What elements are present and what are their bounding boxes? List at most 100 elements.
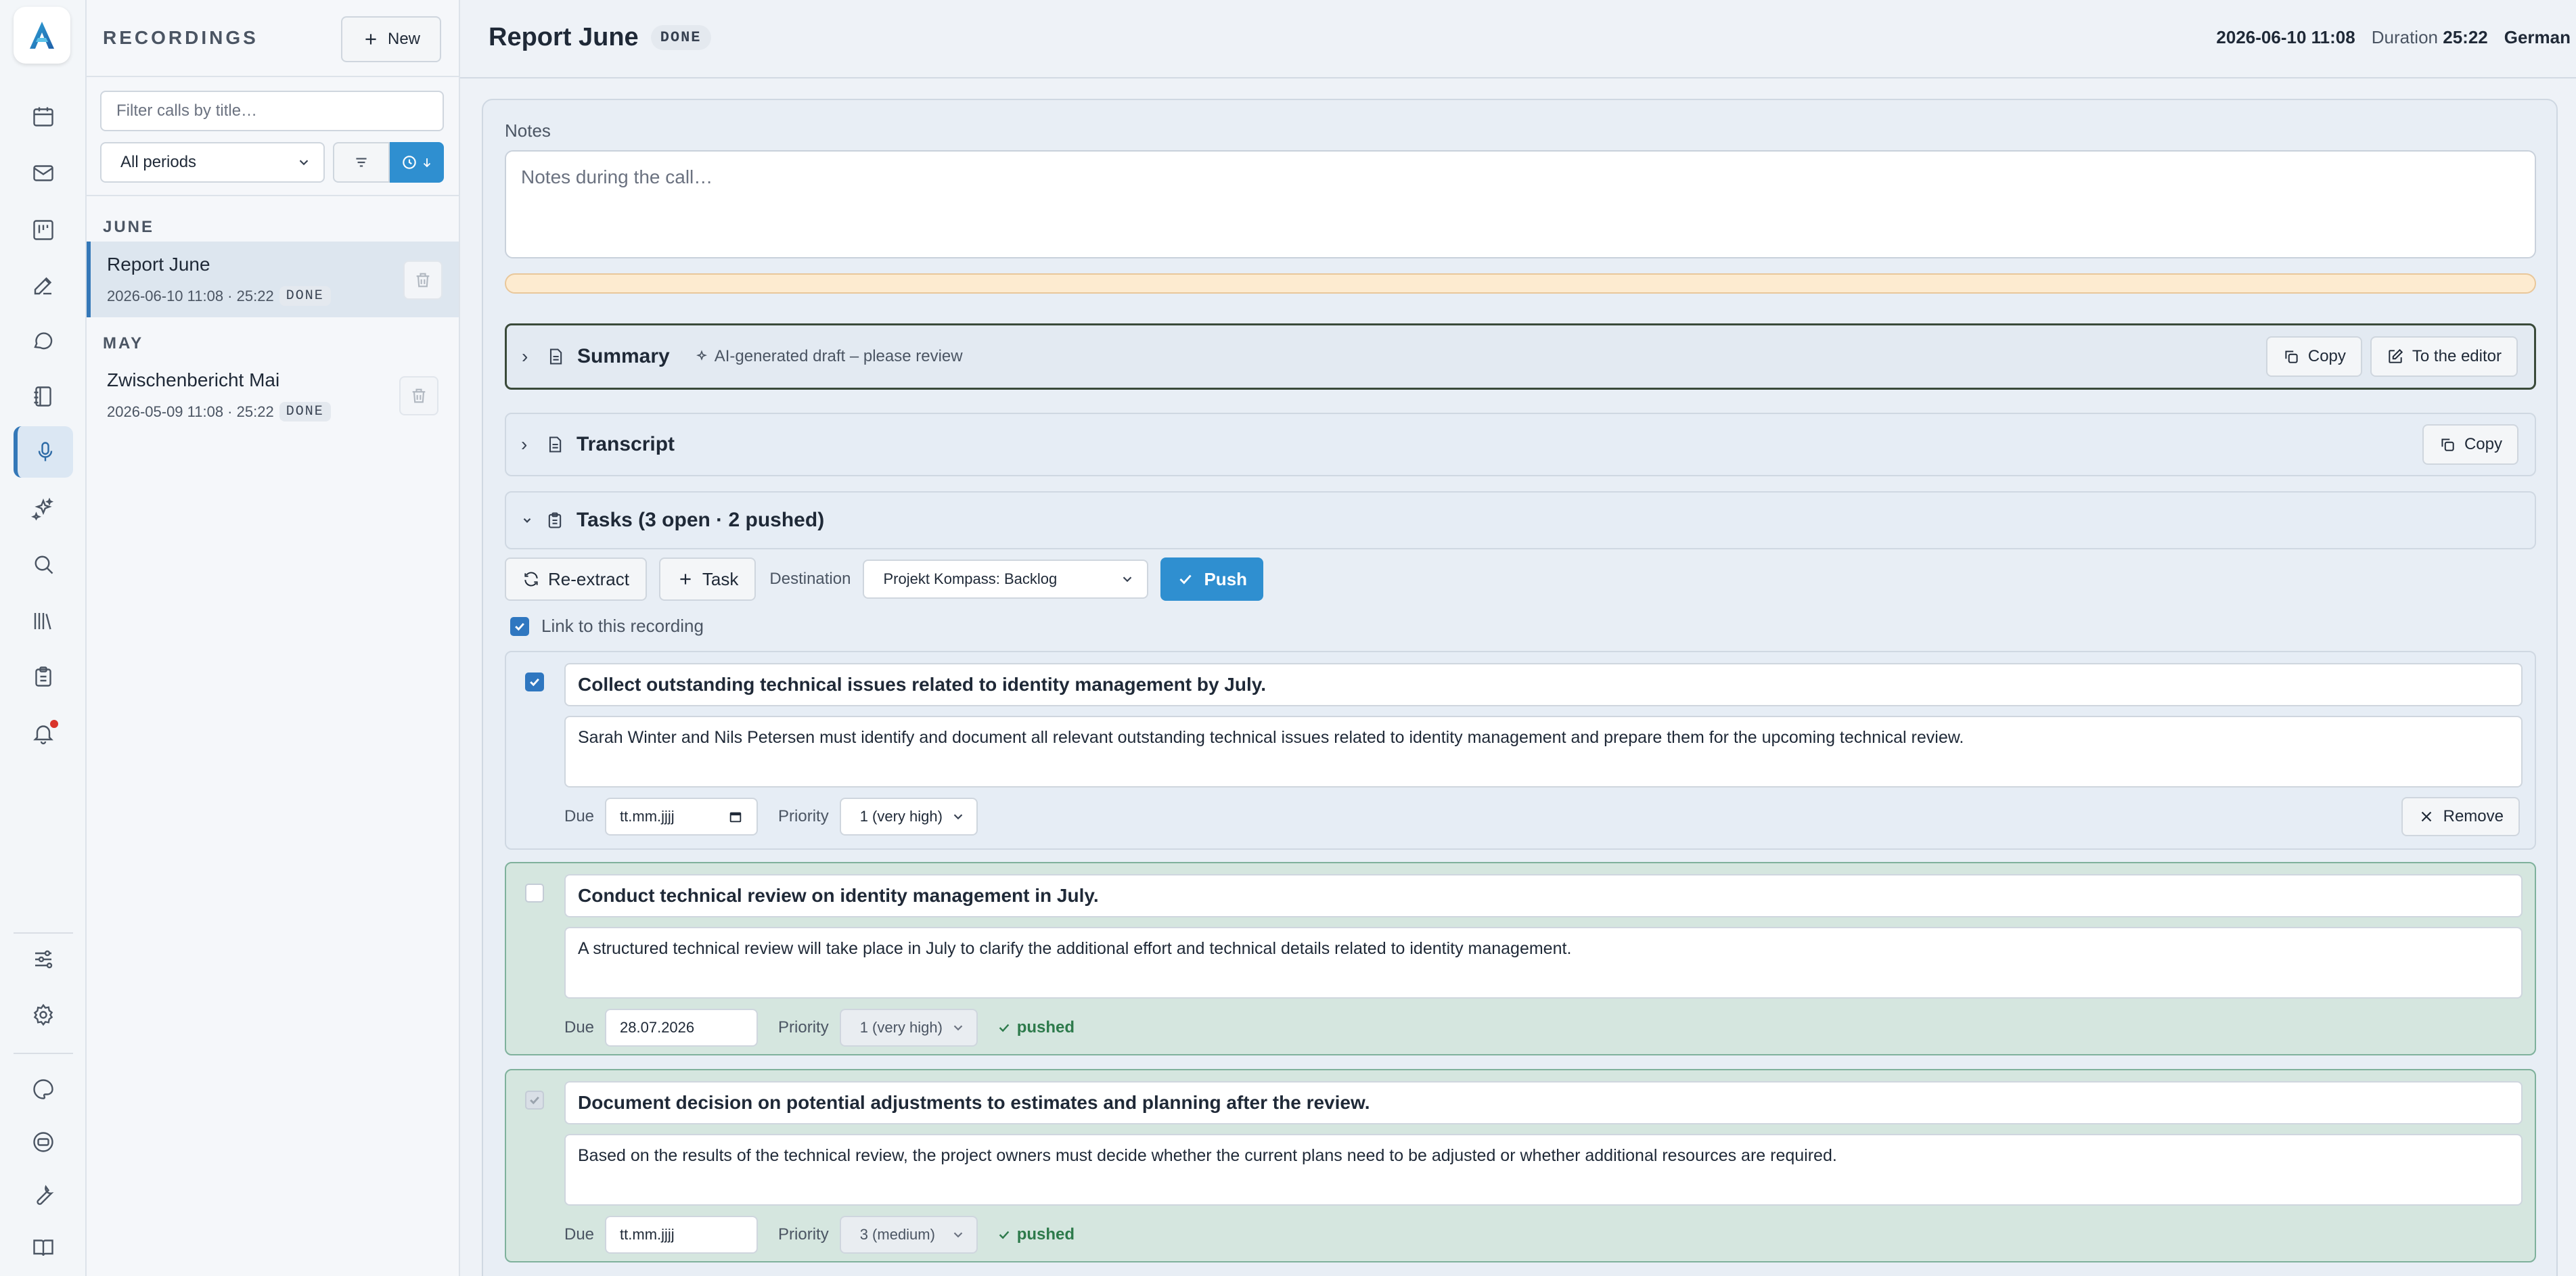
icon-rail <box>0 0 87 1276</box>
new-recording-button[interactable]: New <box>341 16 441 62</box>
task-title-input[interactable]: Document decision on potential adjustmen… <box>564 1081 2523 1124</box>
task-title-input[interactable]: Conduct technical review on identity man… <box>564 874 2523 917</box>
recording-title: Zwischenbericht Mai <box>107 369 280 390</box>
summary-header[interactable]: › Summary AI-generated draft – please re… <box>522 325 963 388</box>
due-date-input[interactable]: tt.mm.jjjj <box>605 798 759 836</box>
transcript-section[interactable]: › Transcript Copy <box>505 413 2536 476</box>
recording-item[interactable]: Zwischenbericht Mai 2026-05-09 11:08 · 2… <box>87 357 459 433</box>
due-label: Due <box>564 1018 595 1036</box>
book-icon[interactable] <box>14 1222 73 1273</box>
destination-value: Projekt Kompass: Backlog <box>883 570 1058 587</box>
search-icon[interactable] <box>14 539 73 590</box>
task-select-checkbox[interactable] <box>525 673 544 691</box>
link-recording-row[interactable]: Link to this recording <box>510 616 704 637</box>
task-description-textarea[interactable]: A structured technical review will take … <box>564 927 2523 999</box>
push-button[interactable]: Push <box>1160 557 1264 601</box>
to-editor-button[interactable]: To the editor <box>2370 336 2518 377</box>
clipboard-icon <box>548 512 562 528</box>
task-select-checkbox[interactable] <box>525 884 544 903</box>
chevron-down-icon <box>953 1232 962 1238</box>
chat-icon[interactable] <box>14 315 73 367</box>
mail-icon[interactable] <box>14 147 73 199</box>
tasks-section[interactable]: Tasks (3 open · 2 pushed) <box>505 491 2536 549</box>
add-task-button[interactable]: Task <box>658 557 756 601</box>
check-icon <box>515 622 524 631</box>
tasks-title: Tasks (3 open · 2 pushed) <box>577 509 825 531</box>
transcript-actions: Copy <box>2422 414 2518 475</box>
priority-select[interactable]: 3 (medium) <box>839 1216 978 1254</box>
push-label: Push <box>1204 568 1248 589</box>
priority-select[interactable]: 1 (very high) <box>839 1009 978 1047</box>
recording-datetime: 2026-06-10 11:08 <box>2216 27 2355 47</box>
app-logo[interactable] <box>14 7 70 64</box>
pushed-label: pushed <box>1016 1225 1075 1244</box>
priority-value: 1 (very high) <box>859 808 943 825</box>
copy-summary-button[interactable]: Copy <box>2265 336 2362 377</box>
calendar-icon[interactable] <box>14 91 73 142</box>
recording-meta: 2026-05-09 11:08 · 25:22 DONE <box>107 402 331 421</box>
board-icon[interactable] <box>14 204 73 256</box>
re-extract-button[interactable]: Re-extract <box>505 557 647 601</box>
library-icon[interactable] <box>14 595 73 647</box>
task-card: Conduct technical review on identity man… <box>505 862 2536 1055</box>
sliders-icon[interactable] <box>14 934 73 985</box>
bell-icon[interactable] <box>14 708 73 759</box>
group-label-june: JUNE <box>103 218 155 236</box>
remove-task-button[interactable]: Remove <box>2401 797 2520 836</box>
chevron-right-icon: › <box>521 434 528 455</box>
link-recording-checkbox[interactable] <box>510 616 529 636</box>
clipboard-icon[interactable] <box>14 651 73 702</box>
palette-icon[interactable] <box>14 1064 73 1115</box>
task-description-textarea[interactable]: Sarah Winter and Nils Petersen must iden… <box>564 716 2523 788</box>
due-date-input[interactable]: tt.mm.jjjj <box>605 1216 759 1254</box>
transcript-title: Transcript <box>577 433 675 455</box>
recordings-title: RECORDINGS <box>103 27 258 48</box>
group-label-may: MAY <box>103 334 144 352</box>
microphone-icon[interactable] <box>14 426 73 478</box>
sort-by-time-button[interactable] <box>390 142 444 183</box>
duration-value: 25:22 <box>2443 27 2488 47</box>
recording-meta: 2026-06-10 11:08 · 25:22 DONE <box>107 286 331 306</box>
tasks-header[interactable]: Tasks (3 open · 2 pushed) <box>521 493 824 548</box>
due-date-value: tt.mm.jjjj <box>620 1226 675 1243</box>
calendar-icon <box>729 812 742 823</box>
pushed-status: pushed <box>997 1225 1075 1244</box>
to-editor-label: To the editor <box>2412 347 2502 365</box>
ai-draft-hint: AI-generated draft – please review <box>694 347 963 366</box>
sort-button[interactable] <box>333 142 390 183</box>
list-divider <box>87 195 459 196</box>
task-title-input[interactable]: Collect outstanding technical issues rel… <box>564 663 2523 706</box>
refresh-icon <box>524 572 538 587</box>
wrench-icon[interactable] <box>14 1169 73 1221</box>
notification-dot <box>49 719 60 729</box>
period-select[interactable]: All periods <box>100 142 325 183</box>
transcript-header[interactable]: › Transcript <box>521 414 675 475</box>
chevron-down-icon <box>299 160 309 166</box>
badge-icon[interactable] <box>14 1116 73 1168</box>
priority-select[interactable]: 1 (very high) <box>839 798 978 836</box>
sparkles-icon[interactable] <box>14 483 73 534</box>
edit-icon[interactable] <box>14 260 73 311</box>
summary-section[interactable]: › Summary AI-generated draft – please re… <box>505 323 2536 390</box>
task-description-textarea[interactable]: Based on the results of the technical re… <box>564 1134 2523 1206</box>
pushed-label: pushed <box>1016 1018 1075 1036</box>
re-extract-label: Re-extract <box>548 568 629 589</box>
copy-transcript-button[interactable]: Copy <box>2422 424 2518 465</box>
delete-recording-button[interactable] <box>399 376 438 415</box>
duration: Duration 25:22 <box>2372 27 2488 48</box>
due-date-input[interactable]: 28.07.2026 <box>605 1009 759 1047</box>
edit-icon <box>2389 348 2403 363</box>
recording-datetime: 2026-06-10 11:08 · 25:22 <box>107 287 274 304</box>
status-badge: DONE <box>279 402 331 421</box>
filter-calls-input[interactable]: Filter calls by title… <box>100 91 444 131</box>
notebook-icon[interactable] <box>14 371 73 422</box>
pushed-status: pushed <box>997 1018 1075 1037</box>
task-select-checkbox[interactable] <box>525 1091 544 1110</box>
task-footer: Due tt.mm.jjjj Priority 3 (medium) pushe… <box>564 1215 1075 1254</box>
close-icon <box>2421 811 2431 822</box>
destination-select[interactable]: Projekt Kompass: Backlog <box>863 560 1149 599</box>
delete-recording-button[interactable] <box>403 260 443 300</box>
recording-item[interactable]: Report June 2026-06-10 11:08 · 25:22 DON… <box>87 242 459 317</box>
settings-icon[interactable] <box>14 989 73 1041</box>
notes-textarea[interactable]: Notes during the call… <box>505 150 2536 258</box>
